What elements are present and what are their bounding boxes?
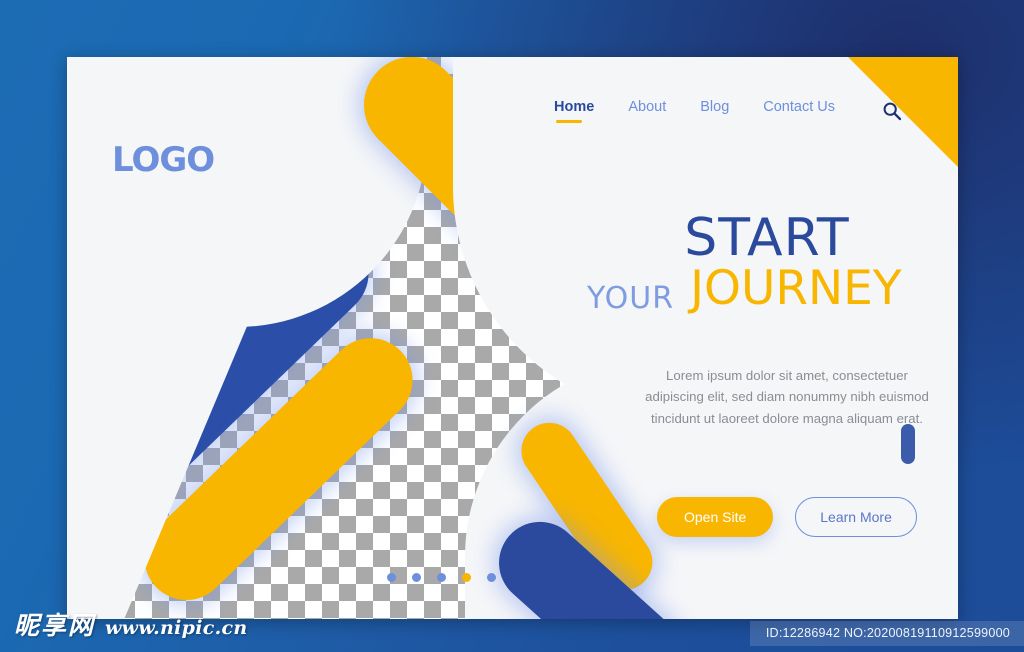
asset-id-bar: ID:12286942 NO:20200819110912599000 (749, 621, 1024, 646)
hero-title-your: YOUR (587, 281, 675, 317)
hero-title-second-line: YOUR JOURNEY (587, 261, 937, 316)
hero-cta-group: Open Site Learn More (657, 497, 917, 537)
watermark-brand-cn: 昵享网 (14, 611, 96, 640)
carousel-dot-3[interactable] (437, 573, 446, 582)
carousel-dots (387, 573, 496, 582)
carousel-dot-4[interactable] (462, 573, 471, 582)
hero-title-start: START (684, 208, 850, 268)
site-logo[interactable]: LOGO (112, 140, 215, 180)
stock-watermark: 昵享网 www.nipic.cn (14, 606, 248, 642)
nav-item-blog[interactable]: Blog (700, 99, 729, 122)
carousel-dot-1[interactable] (387, 573, 396, 582)
decor-pill-blue-accent (901, 424, 915, 464)
carousel-dot-2[interactable] (412, 573, 421, 582)
nav-item-contact-us[interactable]: Contact Us (763, 99, 835, 122)
hero-heading: START YOUR JOURNEY (587, 208, 937, 316)
design-artboard: LOGO Home About Blog Contact Us START YO… (67, 57, 958, 619)
hero-title-journey: JOURNEY (690, 261, 902, 317)
carousel-dot-5[interactable] (487, 573, 496, 582)
learn-more-button[interactable]: Learn More (795, 497, 917, 537)
hero-body-text: Lorem ipsum dolor sit amet, consectetuer… (645, 368, 929, 426)
nav-item-about[interactable]: About (628, 99, 666, 122)
main-navigation: Home About Blog Contact Us (554, 99, 903, 123)
open-site-button[interactable]: Open Site (657, 497, 774, 537)
watermark-url: www.nipic.cn (105, 617, 248, 639)
search-icon[interactable] (881, 100, 903, 122)
nav-item-home[interactable]: Home (554, 99, 594, 123)
